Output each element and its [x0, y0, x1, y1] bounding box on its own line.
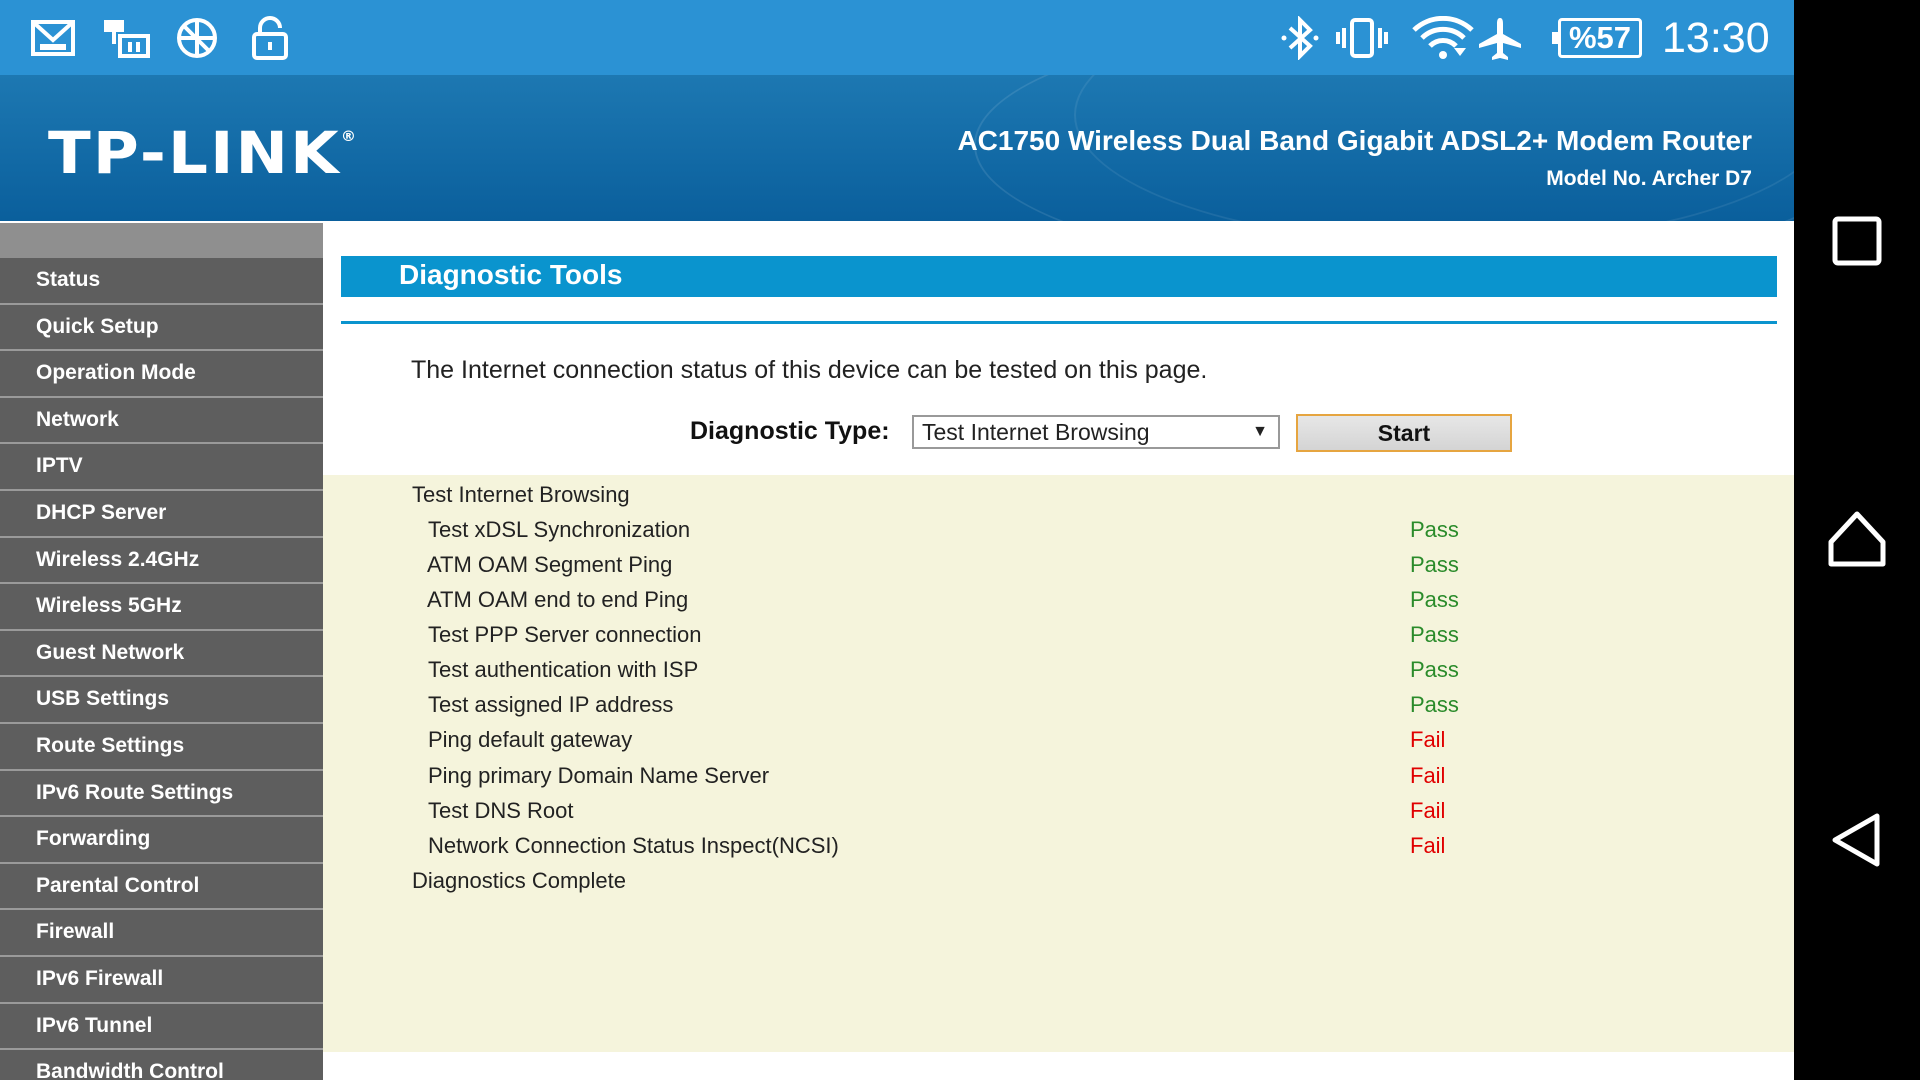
- vibrate-icon: [1334, 16, 1390, 60]
- sidebar-item-quick-setup[interactable]: Quick Setup: [0, 304, 323, 352]
- sidebar-top-bar: [0, 223, 323, 258]
- android-nav-bar: [1794, 0, 1920, 1080]
- back-icon[interactable]: [1827, 810, 1887, 870]
- bluetooth-icon: [1280, 16, 1320, 60]
- results-footer: Diagnostics Complete: [412, 868, 626, 893]
- remote-icon: [100, 16, 152, 60]
- test-name: ATM OAM end to end Ping: [427, 587, 689, 612]
- sidebar-item-ipv6-firewall[interactable]: IPv6 Firewall: [0, 956, 323, 1004]
- sidebar-item-status[interactable]: Status: [0, 258, 323, 305]
- results-heading: Test Internet Browsing: [412, 482, 630, 507]
- test-status-pass: Pass: [1410, 517, 1459, 542]
- sidebar-item-bandwidth-control[interactable]: Bandwidth Control: [0, 1050, 323, 1080]
- mail-icon: [30, 16, 76, 60]
- unlock-icon: [250, 16, 290, 60]
- sidebar-item-forwarding[interactable]: Forwarding: [0, 817, 323, 864]
- sidebar-item-firewall[interactable]: Firewall: [0, 910, 323, 957]
- test-name: Test PPP Server connection: [428, 622, 702, 647]
- test-name: Test assigned IP address: [428, 692, 674, 717]
- start-button[interactable]: Start: [1296, 414, 1512, 452]
- tp-link-logo[interactable]: TP-LINK®: [48, 119, 358, 187]
- diagnostic-type-label: Diagnostic Type:: [690, 417, 890, 445]
- intro-text: The Internet connection status of this d…: [411, 356, 1208, 384]
- sidebar-item-network[interactable]: Network: [0, 397, 323, 445]
- test-status-fail: Fail: [1410, 763, 1446, 788]
- sidebar-item-route-settings[interactable]: Route Settings: [0, 723, 323, 771]
- page-title: Diagnostic Tools: [341, 256, 1777, 297]
- diagnostic-type-select[interactable]: Test Internet Browsing ▼: [912, 415, 1280, 449]
- test-name: Test xDSL Synchronization: [428, 517, 691, 542]
- router-admin-page: TP-LINK® AC1750 Wireless Dual Band Gigab…: [0, 75, 1794, 1080]
- sidebar-item-parental-control[interactable]: Parental Control: [0, 863, 323, 911]
- test-status-pass: Pass: [1410, 552, 1459, 577]
- battery-indicator: %57: [1552, 18, 1642, 58]
- test-name: Ping primary Domain Name Server: [428, 763, 770, 788]
- clock: 13:30: [1662, 14, 1770, 62]
- sidebar-item-wireless-24ghz[interactable]: Wireless 2.4GHz: [0, 537, 323, 585]
- test-status-pass: Pass: [1410, 692, 1459, 717]
- home-icon[interactable]: [1827, 508, 1887, 568]
- recents-icon[interactable]: [1827, 211, 1887, 271]
- sidebar-item-ipv6-tunnel[interactable]: IPv6 Tunnel: [0, 1003, 323, 1051]
- test-status-pass: Pass: [1410, 657, 1459, 682]
- test-status-pass: Pass: [1410, 587, 1459, 612]
- sidebar-item-wireless-5ghz[interactable]: Wireless 5GHz: [0, 584, 323, 631]
- sidebar-item-dhcp-server[interactable]: DHCP Server: [0, 490, 323, 538]
- no-network-icon: [174, 16, 220, 60]
- sidebar-item-ipv6-route-settings[interactable]: IPv6 Route Settings: [0, 770, 323, 818]
- diagnostic-type-value: Test Internet Browsing: [922, 419, 1150, 445]
- test-status-fail: Fail: [1410, 833, 1446, 858]
- sidebar-item-operation-mode[interactable]: Operation Mode: [0, 351, 323, 398]
- sidebar-item-iptv[interactable]: IPTV: [0, 444, 323, 491]
- header-banner: TP-LINK® AC1750 Wireless Dual Band Gigab…: [0, 75, 1794, 221]
- model-number: Model No. Archer D7: [1546, 167, 1752, 190]
- wifi-icon: [1412, 16, 1474, 60]
- diagnostic-results: Test Internet Browsing Test xDSL Synchro…: [323, 475, 1794, 1052]
- test-status-fail: Fail: [1410, 727, 1446, 752]
- test-name: ATM OAM Segment Ping: [427, 552, 673, 577]
- test-name: Network Connection Status Inspect(NCSI): [428, 833, 839, 858]
- dropdown-arrow-icon: ▼: [1252, 423, 1268, 440]
- test-status-pass: Pass: [1410, 622, 1459, 647]
- android-status-bar: %57 13:30: [0, 0, 1794, 75]
- section-divider: [341, 321, 1777, 324]
- test-name: Test DNS Root: [428, 798, 574, 823]
- test-name: Test authentication with ISP: [428, 657, 699, 682]
- test-name: Ping default gateway: [428, 727, 633, 752]
- airplane-icon: [1476, 16, 1524, 60]
- main-content: Diagnostic Tools The Internet connection…: [323, 223, 1794, 1080]
- test-status-fail: Fail: [1410, 798, 1446, 823]
- sidebar-item-guest-network[interactable]: Guest Network: [0, 630, 323, 678]
- product-name: AC1750 Wireless Dual Band Gigabit ADSL2+…: [957, 125, 1752, 156]
- sidebar-item-usb-settings[interactable]: USB Settings: [0, 677, 323, 724]
- sidebar-menu: Status Quick Setup Operation Mode Networ…: [0, 223, 323, 1080]
